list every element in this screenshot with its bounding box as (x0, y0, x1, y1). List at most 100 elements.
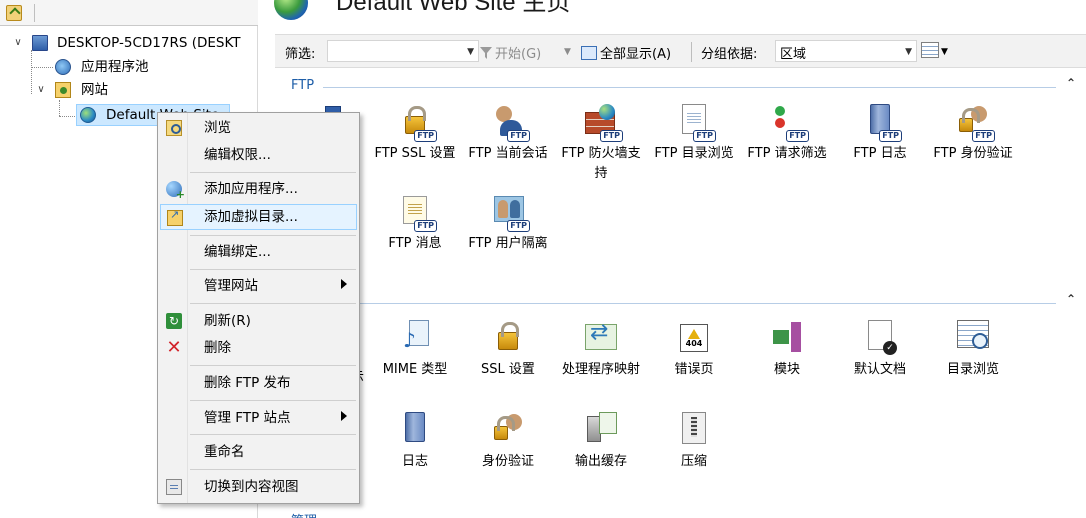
server-icon (32, 35, 48, 51)
group-header-ftp[interactable]: FTP ⌃ (275, 76, 1086, 96)
feature-modules[interactable]: 模块 (744, 320, 830, 380)
feature-compression[interactable]: 压缩 (651, 412, 737, 472)
output-cache-icon (583, 412, 619, 450)
group-header-iis[interactable]: ⌃ (275, 292, 1086, 312)
filter-toolbar: 筛选: ▼ 开始(G) ▼ 全部显示(A) 分组依据: 区域 ▼ ▼ (275, 34, 1086, 68)
feature-ftp-firewall[interactable]: FTP FTP 防火墙支持 (558, 104, 644, 184)
menu-item-manage-website[interactable]: 管理网站 (160, 273, 357, 299)
feature-output-caching[interactable]: 输出缓存 (558, 412, 644, 472)
show-all-icon (581, 46, 597, 60)
group-by-value: 区域 (780, 47, 807, 62)
feature-ftp-ssl[interactable]: FTP FTP SSL 设置 (372, 104, 458, 164)
page-title: Default Web Site 主页 (336, 0, 571, 16)
compression-icon (676, 412, 712, 450)
dropdown-arrow-icon[interactable]: ▼ (467, 47, 474, 57)
funnel-icon (480, 47, 492, 59)
menu-item-browse[interactable]: 浏览 (160, 115, 357, 141)
feature-authentication[interactable]: 身份验证 (465, 412, 551, 472)
tree-label-server: DESKTOP-5CD17RS (DESKT (57, 35, 241, 51)
feature-directory-browsing[interactable]: 目录浏览 (930, 320, 1016, 380)
menu-separator (190, 434, 356, 435)
group-divider (335, 303, 1056, 304)
refresh-icon: ↻ (166, 313, 182, 329)
menu-separator (190, 235, 356, 236)
menu-item-label: 切换到内容视图 (204, 479, 299, 495)
website-globe-icon (274, 0, 308, 20)
group-title: FTP (291, 78, 315, 93)
group-header-management[interactable]: 管理 (275, 510, 1086, 518)
up-level-icon[interactable] (6, 5, 22, 21)
menu-item-label: 添加虚拟目录... (204, 209, 298, 225)
feature-ftp-request-filtering[interactable]: FTP FTP 请求筛选 (744, 104, 830, 164)
menu-item-delete[interactable]: ✕ 删除 (160, 335, 357, 361)
dropdown-arrow-icon[interactable]: ▼ (905, 47, 912, 57)
submenu-arrow-icon (341, 279, 347, 289)
collapse-icon[interactable]: ⌃ (1066, 292, 1076, 306)
start-filter-button[interactable]: 开始(G) (480, 43, 541, 62)
tree-item-app-pools[interactable]: 应用程序池 (35, 56, 235, 78)
show-all-button[interactable]: 全部显示(A) (581, 43, 671, 62)
menu-separator (190, 269, 356, 270)
menu-item-switch-content-view[interactable]: 切换到内容视图 (160, 474, 357, 500)
feature-ftp-sessions[interactable]: FTP FTP 当前会话 (465, 104, 551, 164)
feature-label: FTP 身份验证 (933, 146, 1013, 161)
filter-input[interactable]: ▼ (327, 40, 479, 62)
chevron-down-icon[interactable]: ∨ (12, 32, 24, 54)
menu-item-manage-ftp-site[interactable]: 管理 FTP 站点 (160, 405, 357, 431)
feature-ftp-logging[interactable]: FTP FTP 日志 (837, 104, 923, 164)
feature-label: 目录浏览 (946, 362, 999, 377)
menu-item-add-virtual-directory[interactable]: 添加虚拟目录... (160, 204, 357, 230)
auth-icon (490, 412, 526, 450)
feature-label: 输出缓存 (574, 454, 627, 469)
add-virtual-directory-icon (167, 208, 183, 226)
collapse-icon[interactable]: ⌃ (1066, 76, 1076, 90)
menu-separator (190, 469, 356, 470)
menu-item-rename[interactable]: 重命名 (160, 439, 357, 465)
group-by-select[interactable]: 区域 ▼ (775, 40, 917, 62)
feature-ftp-authentication[interactable]: FTP FTP 身份验证 (930, 104, 1016, 164)
menu-item-edit-bindings[interactable]: 编辑绑定... (160, 239, 357, 265)
feature-logging[interactable]: 日志 (372, 412, 458, 472)
request-filter-icon: FTP (769, 104, 809, 142)
chevron-down-icon[interactable]: ▼ (564, 47, 571, 57)
menu-item-label: 删除 FTP 发布 (204, 375, 291, 391)
tree-item-sites[interactable]: ∨ 网站 (35, 79, 235, 101)
feature-label: 身份验证 (481, 454, 534, 469)
filter-label: 筛选: (285, 47, 316, 62)
menu-item-edit-permissions[interactable]: 编辑权限... (160, 142, 357, 168)
feature-default-document[interactable]: 默认文档 (837, 320, 923, 380)
tree-line (59, 116, 77, 117)
chevron-down-icon[interactable]: ▼ (941, 47, 948, 57)
error-page-icon: 404 (676, 320, 712, 358)
feature-handler-mappings[interactable]: 处理程序映射 (558, 320, 644, 380)
toolbar-separator (691, 42, 692, 62)
tree-item-server[interactable]: ∨ DESKTOP-5CD17RS (DESKT (12, 32, 258, 54)
menu-item-add-application[interactable]: 添加应用程序... (160, 176, 357, 202)
feature-ssl-settings[interactable]: SSL 设置 (465, 320, 551, 380)
menu-item-label: 编辑权限... (204, 147, 271, 163)
chevron-down-icon[interactable]: ∨ (35, 79, 47, 101)
feature-ftp-messages[interactable]: FTP FTP 消息 (372, 194, 458, 254)
view-mode-icon[interactable] (921, 42, 939, 58)
feature-ftp-directory-browsing[interactable]: FTP FTP 目录浏览 (651, 104, 737, 164)
lock-icon (490, 320, 526, 358)
feature-mime-types[interactable]: ♪ MIME 类型 (372, 320, 458, 380)
menu-item-refresh[interactable]: ↻ 刷新(R) (160, 308, 357, 334)
menu-separator (190, 303, 356, 304)
directory-browse-icon (955, 320, 991, 358)
menu-item-label: 编辑绑定... (204, 244, 271, 260)
feature-label: 默认文档 (853, 362, 906, 377)
user-isolation-icon: FTP (490, 194, 530, 232)
feature-label: MIME 类型 (382, 362, 448, 377)
menu-item-label: 浏览 (204, 120, 231, 136)
feature-label: SSL 设置 (481, 362, 535, 377)
menu-item-remove-ftp-publishing[interactable]: 删除 FTP 发布 (160, 370, 357, 396)
feature-label: FTP 目录浏览 (654, 146, 734, 161)
feature-label: 模块 (773, 362, 800, 377)
toolbar-separator (34, 4, 35, 22)
context-menu: 浏览 编辑权限... 添加应用程序... 添加虚拟目录... 编辑绑定... 管… (157, 112, 360, 504)
directory-icon: FTP (676, 104, 716, 142)
feature-label: FTP 防火墙支持 (561, 146, 641, 181)
feature-ftp-user-isolation[interactable]: FTP FTP 用户隔离 (465, 194, 551, 254)
feature-error-pages[interactable]: 404 错误页 (651, 320, 737, 380)
